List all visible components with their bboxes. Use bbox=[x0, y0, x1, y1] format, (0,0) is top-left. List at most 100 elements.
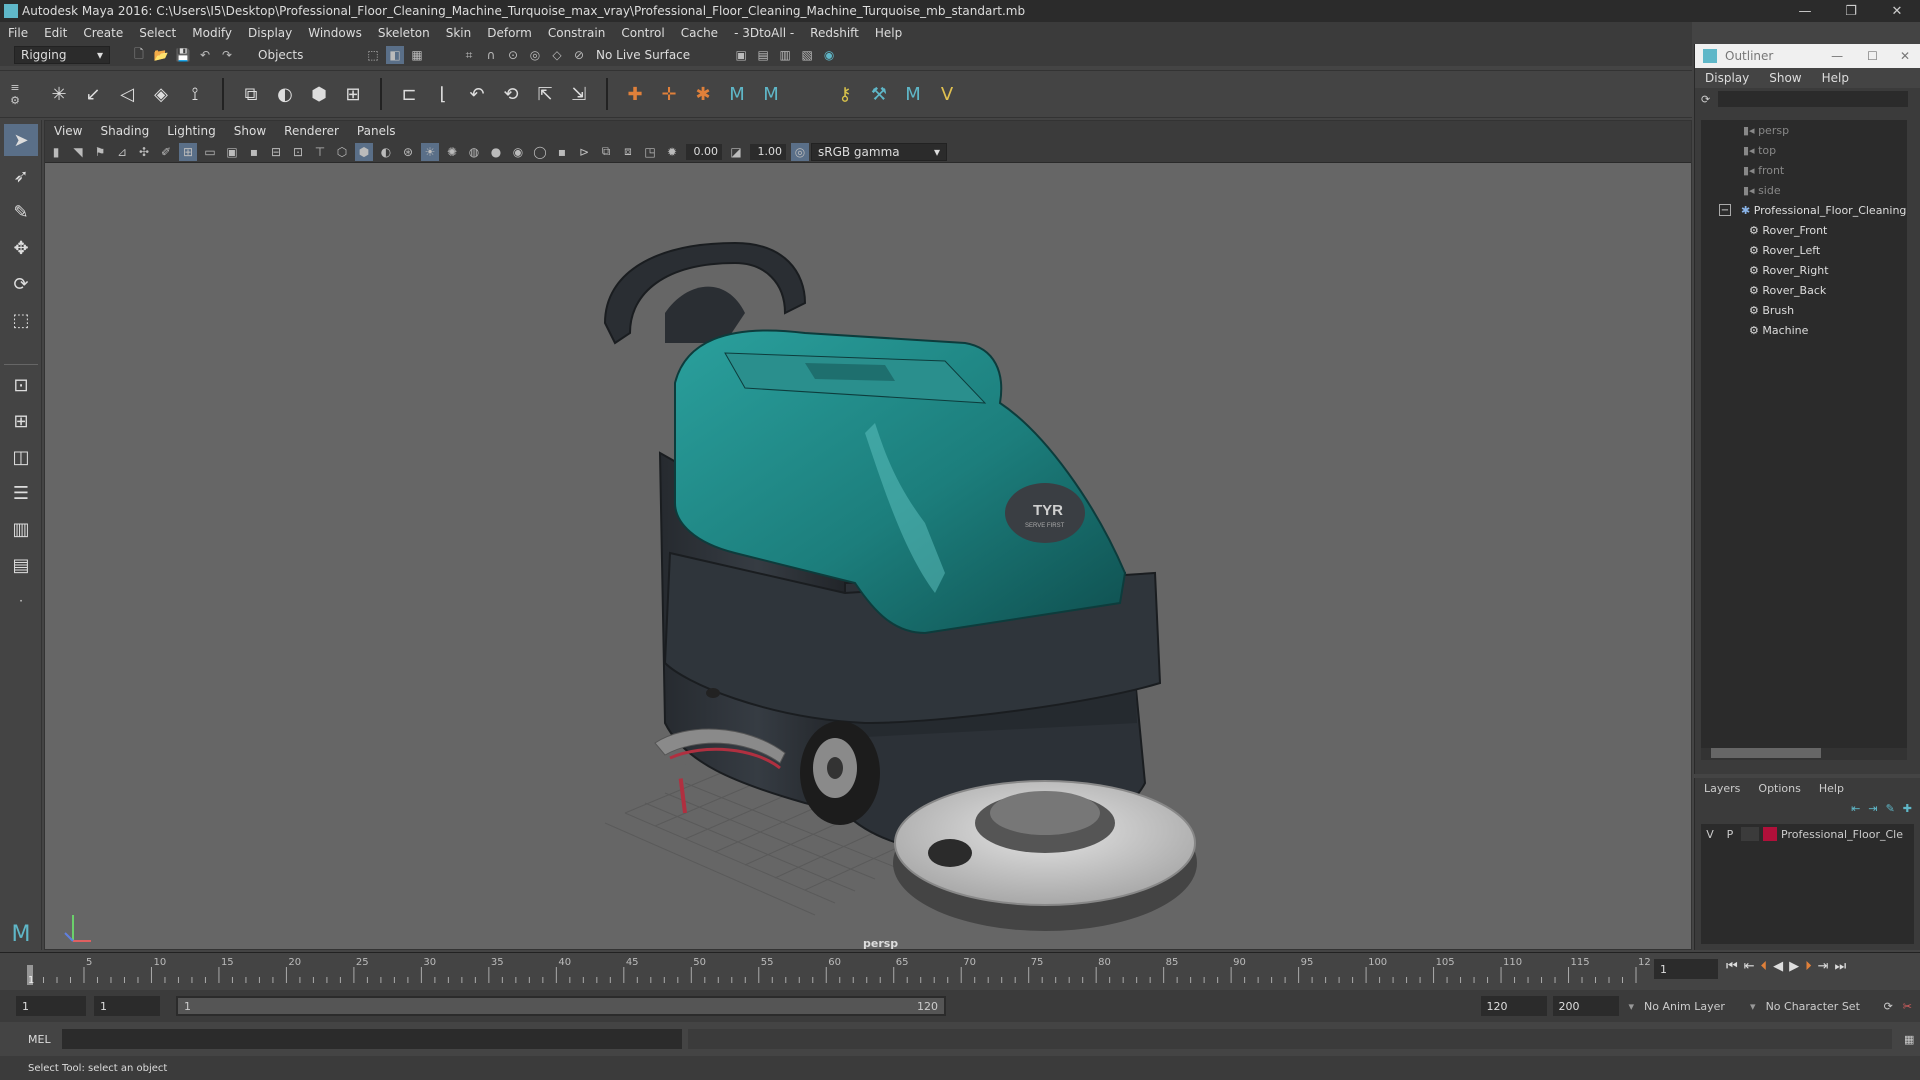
persp-outliner-layout-icon[interactable]: ☰ bbox=[4, 477, 38, 509]
layer-visibility-toggle[interactable]: V bbox=[1701, 828, 1719, 841]
film-gate-icon[interactable]: ▭ bbox=[201, 143, 219, 161]
joint-tool-icon[interactable]: ✳ bbox=[44, 79, 74, 109]
hypershade-icon[interactable]: ◉ bbox=[820, 46, 838, 64]
orient-constraint-icon[interactable]: ⟲ bbox=[496, 79, 526, 109]
save-scene-icon[interactable]: 💾 bbox=[174, 46, 192, 64]
cluster-icon[interactable]: ⊏ bbox=[394, 79, 424, 109]
go-to-start-icon[interactable]: ⏮ bbox=[1726, 959, 1738, 974]
step-back-frame-icon[interactable]: ⏴ bbox=[1761, 959, 1768, 974]
viewport-menu-renderer[interactable]: Renderer bbox=[275, 124, 348, 138]
view-transform-dropdown[interactable]: sRGB gamma ▾ bbox=[811, 142, 947, 161]
aim-constraint-icon[interactable]: ⇲ bbox=[564, 79, 594, 109]
paint-weights-icon[interactable]: ⬢ bbox=[304, 79, 334, 109]
locator-icon[interactable]: ✚ bbox=[620, 79, 650, 109]
snap-point-icon[interactable]: ⊙ bbox=[504, 46, 522, 64]
outliner-item-rover-right[interactable]: ⚙ Rover_Right bbox=[1701, 260, 1907, 280]
persp-graph-layout-icon[interactable]: ▥ bbox=[4, 513, 38, 545]
multisample-aa-icon[interactable]: ◉ bbox=[509, 143, 527, 161]
select-object-icon[interactable]: ◧ bbox=[386, 46, 404, 64]
outliner-item-rover-back[interactable]: ⚙ Rover_Back bbox=[1701, 280, 1907, 300]
range-slider[interactable]: 1 120 bbox=[176, 996, 946, 1016]
character-set-dropdown[interactable]: No Character Set bbox=[1766, 1000, 1880, 1013]
menu-skeleton[interactable]: Skeleton bbox=[370, 26, 438, 40]
new-scene-icon[interactable]: 🗋 bbox=[130, 46, 148, 64]
outliner-item-side[interactable]: ▮◂ side bbox=[1701, 180, 1907, 200]
menu-help[interactable]: Help bbox=[867, 26, 910, 40]
snap-grid-icon[interactable]: ⌗ bbox=[460, 46, 478, 64]
outliner-search-input[interactable] bbox=[1718, 91, 1909, 107]
outliner-menu-display[interactable]: Display bbox=[1695, 71, 1759, 85]
scale-tool-icon[interactable]: ⬚ bbox=[4, 304, 38, 336]
paint-select-icon[interactable]: ✎ bbox=[4, 196, 38, 228]
shelf-settings-icon[interactable]: ⚙ bbox=[10, 94, 20, 107]
human-ik-icon[interactable]: M bbox=[722, 79, 752, 109]
outliner-filter-icon[interactable]: ⟳ bbox=[1701, 93, 1710, 106]
python-script-icon[interactable]: V bbox=[932, 79, 962, 109]
outliner-menu-show[interactable]: Show bbox=[1759, 71, 1811, 85]
go-to-end-icon[interactable]: ⏭ bbox=[1835, 959, 1847, 974]
select-component-icon[interactable]: ▦ bbox=[408, 46, 426, 64]
start-time-field[interactable]: 1 bbox=[16, 996, 86, 1016]
smooth-skin-icon[interactable]: ◐ bbox=[270, 79, 300, 109]
isolate-select-icon[interactable]: ▪ bbox=[553, 143, 571, 161]
insert-joint-icon[interactable]: ◈ bbox=[146, 79, 176, 109]
pole-vector-icon[interactable]: ✛ bbox=[654, 79, 684, 109]
command-input[interactable] bbox=[62, 1029, 682, 1049]
outliner-item-top[interactable]: ▮◂ top bbox=[1701, 140, 1907, 160]
menu-3dtoall[interactable]: - 3DtoAll - bbox=[726, 26, 802, 40]
script-editor-icon[interactable]: ▦ bbox=[1904, 1033, 1914, 1046]
image-plane-icon[interactable]: ⊿ bbox=[113, 143, 131, 161]
parent-constraint-icon[interactable]: ⌊ bbox=[428, 79, 458, 109]
maximize-icon[interactable]: ☐ bbox=[1855, 49, 1890, 63]
menu-display[interactable]: Display bbox=[240, 26, 300, 40]
lattice-icon[interactable]: ⊞ bbox=[338, 79, 368, 109]
undo-icon[interactable]: ↶ bbox=[196, 46, 214, 64]
outliner-item-root[interactable]: − ✱ Professional_Floor_Cleaning bbox=[1701, 200, 1907, 220]
xray-joints-icon[interactable]: ⧉ bbox=[597, 143, 615, 161]
viewport-menu-panels[interactable]: Panels bbox=[348, 124, 405, 138]
layer-display-type[interactable] bbox=[1741, 827, 1759, 841]
side-by-side-layout-icon[interactable]: ◫ bbox=[4, 441, 38, 473]
menu-windows[interactable]: Windows bbox=[300, 26, 370, 40]
set-driven-key-icon[interactable]: ⚷ bbox=[830, 79, 860, 109]
layer-row[interactable]: V P Professional_Floor_Cle bbox=[1701, 824, 1914, 844]
render-settings-icon[interactable]: ▣ bbox=[732, 46, 750, 64]
smooth-shade-icon[interactable]: ⬢ bbox=[355, 142, 373, 161]
new-layer-icon[interactable]: ✎ bbox=[1886, 802, 1895, 815]
outliner-menu-help[interactable]: Help bbox=[1812, 71, 1859, 85]
point-constraint-icon[interactable]: ↶ bbox=[462, 79, 492, 109]
move-tool-icon[interactable]: ✥ bbox=[4, 232, 38, 264]
lasso-tool-icon[interactable]: ➶ bbox=[4, 160, 38, 192]
bind-skin-icon[interactable]: ⧉ bbox=[236, 79, 266, 109]
close-icon[interactable]: ✕ bbox=[1890, 49, 1920, 63]
step-forward-frame-icon[interactable]: ⏵ bbox=[1805, 959, 1812, 974]
more-layouts-icon[interactable]: · bbox=[4, 585, 38, 617]
menu-set-dropdown[interactable]: Rigging ▾ bbox=[14, 46, 110, 64]
mirror-joint-icon[interactable]: ⟟ bbox=[180, 79, 210, 109]
four-pane-layout-icon[interactable]: ⊞ bbox=[4, 405, 38, 437]
step-back-key-icon[interactable]: ⇤ bbox=[1744, 959, 1755, 974]
animation-prefs-icon[interactable]: ✂ bbox=[1903, 1000, 1912, 1013]
layer-menu-help[interactable]: Help bbox=[1810, 782, 1853, 795]
snap-view-icon[interactable]: ◎ bbox=[526, 46, 544, 64]
gamma-field[interactable]: 1.00 bbox=[750, 143, 786, 160]
step-forward-key-icon[interactable]: ⇥ bbox=[1818, 959, 1829, 974]
menu-select[interactable]: Select bbox=[131, 26, 184, 40]
menu-file[interactable]: File bbox=[0, 26, 36, 40]
shelf-options[interactable]: ≡ ⚙ bbox=[0, 81, 30, 107]
ik-spline-icon[interactable]: ◁ bbox=[112, 79, 142, 109]
motion-blur-icon[interactable]: ● bbox=[487, 143, 505, 161]
ipr-render-icon[interactable]: ▥ bbox=[776, 46, 794, 64]
ik-fk-icon[interactable]: ✱ bbox=[688, 79, 718, 109]
default-material-icon[interactable]: ◐ bbox=[377, 143, 395, 161]
collapse-icon[interactable]: − bbox=[1719, 204, 1731, 216]
rotate-tool-icon[interactable]: ⟳ bbox=[4, 268, 38, 300]
restore-icon[interactable]: ❐ bbox=[1828, 0, 1874, 22]
close-icon[interactable]: ✕ bbox=[1874, 0, 1920, 22]
xray-icon[interactable]: ⊳ bbox=[575, 143, 593, 161]
snap-surface-icon[interactable]: ◇ bbox=[548, 46, 566, 64]
gate-mask-icon[interactable]: ▪ bbox=[245, 143, 263, 161]
play-backwards-icon[interactable]: ◀ bbox=[1773, 959, 1783, 974]
move-layer-down-icon[interactable]: ⇥ bbox=[1868, 802, 1877, 815]
snap-live-icon[interactable]: ⊘ bbox=[570, 46, 588, 64]
